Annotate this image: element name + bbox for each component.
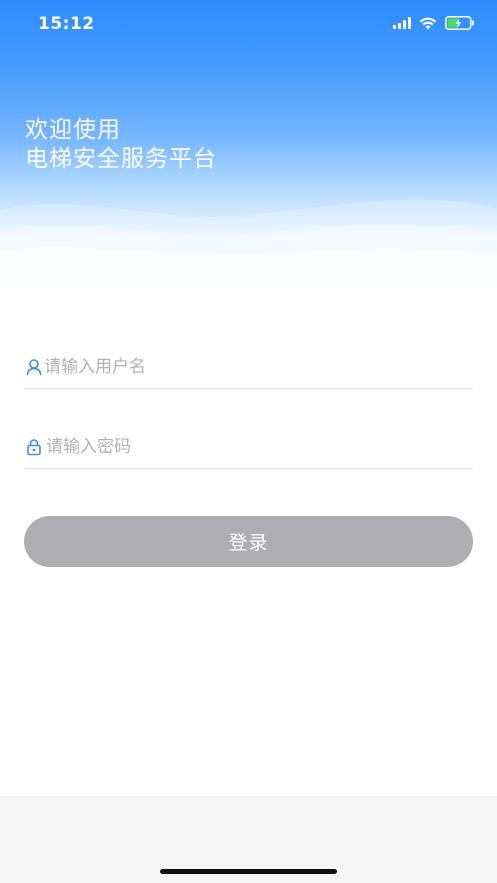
welcome-line-2: 电梯安全服务平台	[25, 146, 217, 172]
wave-decoration	[0, 199, 497, 290]
wifi-icon	[419, 17, 437, 29]
signal-icon	[393, 17, 411, 29]
password-input[interactable]	[46, 434, 466, 460]
battery-charging-icon	[445, 16, 474, 30]
status-icons	[393, 16, 475, 30]
status-bar: 15:12	[0, 0, 497, 48]
password-field[interactable]	[24, 428, 473, 469]
username-field[interactable]	[24, 348, 473, 389]
lock-icon	[27, 439, 41, 456]
welcome-heading: 欢迎使用 电梯安全服务平台	[25, 116, 217, 174]
header-banner: 15:12 欢迎使用 电梯安全服务平台	[0, 0, 497, 290]
welcome-line-1: 欢迎使用	[25, 117, 121, 143]
username-input[interactable]	[44, 354, 464, 380]
status-time: 15:12	[38, 14, 95, 34]
login-screen: 15:12 欢迎使用 电梯安全服务平台 请输入用户名 登录	[0, 0, 497, 883]
user-icon	[26, 359, 42, 376]
login-button[interactable]: 登录	[24, 516, 473, 567]
home-indicator[interactable]	[160, 869, 337, 874]
